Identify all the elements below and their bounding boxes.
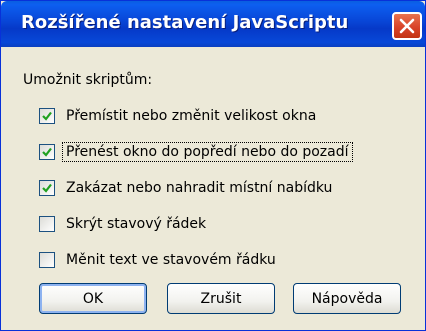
option-row-hide-status[interactable]: Skrýt stavový řádek — [39, 212, 209, 236]
checkbox-move-resize[interactable] — [39, 108, 55, 124]
option-row-raise-lower[interactable]: Přenést okno do popředí nebo do pozadí — [39, 140, 353, 164]
option-label-raise-lower: Přenést okno do popředí nebo do pozadí — [62, 142, 353, 162]
dialog-title: Rozšířené nastavení JavaScriptu — [21, 12, 349, 33]
option-label-hide-status: Skrýt stavový řádek — [66, 216, 207, 232]
checkbox-context-menu[interactable] — [39, 180, 55, 196]
option-label-move-resize: Přemístit nebo změnit velikost okna — [66, 108, 317, 124]
option-label-status-text: Měnit text ve stavovém řádku — [66, 252, 276, 268]
checkmark-icon — [42, 147, 52, 157]
help-button[interactable]: Nápověda — [293, 283, 401, 314]
option-label-context-menu: Zakázat nebo nahradit místní nabídku — [66, 180, 333, 196]
cancel-button[interactable]: Zrušit — [167, 283, 275, 314]
checkbox-status-text[interactable] — [39, 252, 55, 268]
close-button[interactable] — [392, 12, 422, 40]
checkbox-raise-lower[interactable] — [39, 144, 55, 160]
group-label: Umožnit skriptům: — [23, 72, 153, 88]
checkmark-icon — [42, 183, 52, 193]
option-row-context-menu[interactable]: Zakázat nebo nahradit místní nabídku — [39, 176, 335, 200]
checkbox-hide-status[interactable] — [39, 216, 55, 232]
close-icon — [399, 18, 415, 34]
ok-button[interactable]: OK — [39, 283, 147, 314]
option-row-status-text[interactable]: Měnit text ve stavovém řádku — [39, 248, 279, 272]
checkmark-icon — [42, 111, 52, 121]
option-row-move-resize[interactable]: Přemístit nebo změnit velikost okna — [39, 104, 319, 128]
title-bar[interactable]: Rozšířené nastavení JavaScriptu — [1, 1, 425, 47]
dialog-window: Rozšířené nastavení JavaScriptu Umožnit … — [0, 0, 426, 331]
